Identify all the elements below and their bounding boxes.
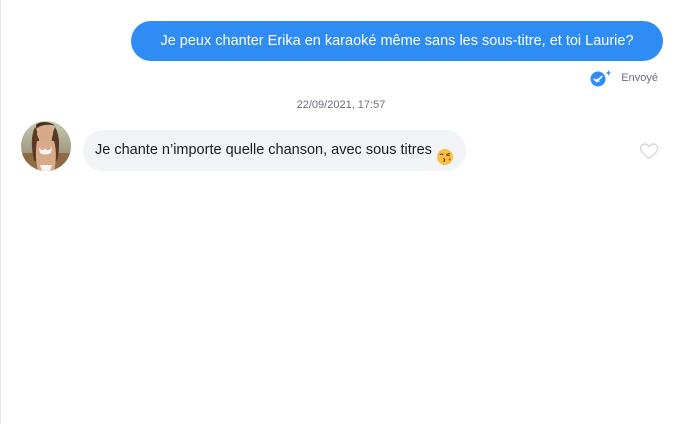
sent-message-bubble[interactable]: Je peux chanter Erika en karaoké même sa…: [131, 21, 663, 61]
message-status: Envoyé: [589, 69, 658, 87]
avatar[interactable]: [21, 121, 71, 171]
heart-icon[interactable]: [638, 141, 660, 161]
received-message-bubble[interactable]: Je chante n’importe quelle chanson, avec…: [83, 130, 466, 171]
panel-divider: [0, 0, 1, 424]
sent-message-text: Je peux chanter Erika en karaoké même sa…: [160, 33, 634, 49]
kissing-face-icon: [436, 142, 454, 165]
message-timestamp: 22/09/2021, 17:57: [296, 99, 386, 111]
double-check-sparkle-icon: [589, 69, 613, 87]
received-message-text: Je chante n’importe quelle chanson, avec…: [95, 142, 432, 158]
sent-status-label: Envoyé: [621, 72, 658, 84]
